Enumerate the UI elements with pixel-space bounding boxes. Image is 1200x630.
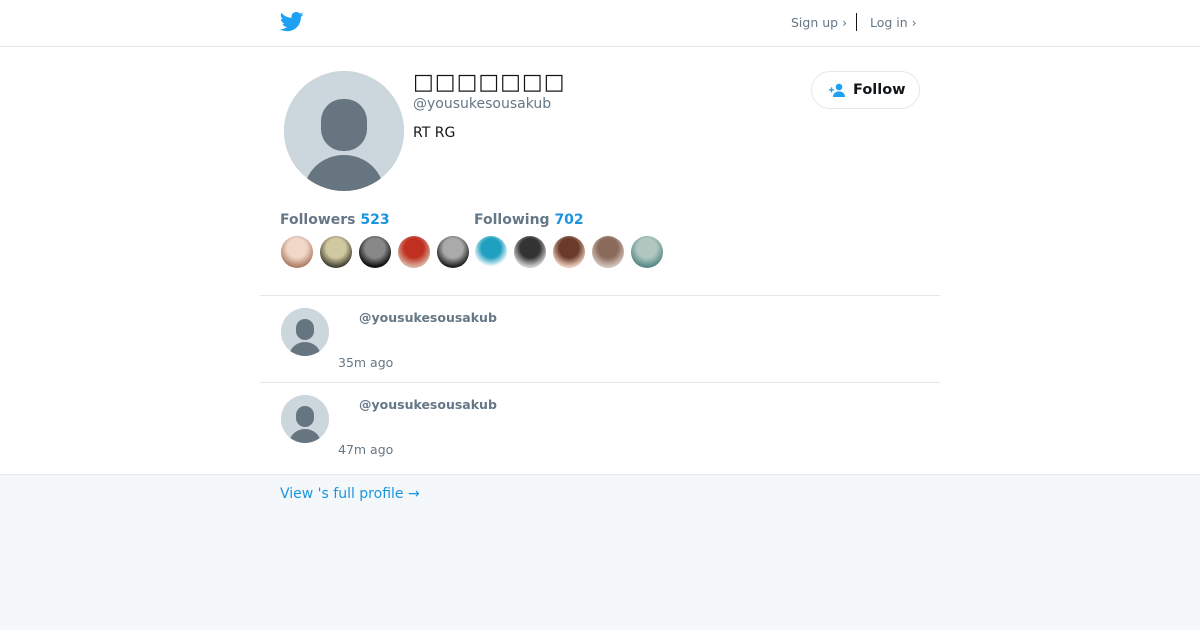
- signup-link[interactable]: Sign up ›: [791, 15, 847, 30]
- tweet-author-handle[interactable]: @yousukesousakub: [359, 310, 497, 325]
- following-avatar[interactable]: [631, 236, 663, 268]
- default-avatar-icon: [281, 308, 329, 356]
- profile-avatar[interactable]: [284, 71, 404, 191]
- twitter-bird-icon-graphic: [280, 12, 304, 32]
- following-avatar[interactable]: [514, 236, 546, 268]
- followers-label: Followers: [280, 212, 356, 228]
- follow-button[interactable]: Follow: [811, 71, 920, 109]
- following-avatar[interactable]: [553, 236, 585, 268]
- default-avatar-icon: [281, 395, 329, 443]
- default-avatar-icon: [284, 71, 404, 191]
- profile-bio: RT RG: [413, 125, 456, 141]
- follower-avatar[interactable]: [320, 236, 352, 268]
- add-user-icon: [828, 83, 846, 97]
- nav-divider: [856, 13, 857, 31]
- follower-avatar[interactable]: [437, 236, 469, 268]
- follower-avatar[interactable]: [359, 236, 391, 268]
- followers-count: 523: [360, 212, 390, 228]
- top-navigation-bar: Sign up › Log in ›: [0, 0, 1200, 47]
- followers-stat[interactable]: Followers 523: [280, 212, 390, 228]
- tweet-author-handle[interactable]: @yousukesousakub: [359, 397, 497, 412]
- tweet-avatar[interactable]: [281, 308, 329, 356]
- profile-handle: @yousukesousakub: [413, 96, 552, 112]
- tweet-timestamp[interactable]: 47m ago: [338, 442, 393, 457]
- following-avatar[interactable]: [475, 236, 507, 268]
- tweet-avatar[interactable]: [281, 395, 329, 443]
- follower-avatar[interactable]: [398, 236, 430, 268]
- following-avatar[interactable]: [592, 236, 624, 268]
- login-link[interactable]: Log in ›: [870, 15, 917, 30]
- followers-avatar-list: [281, 236, 476, 268]
- tweet-timestamp[interactable]: 35m ago: [338, 355, 393, 370]
- following-label: Following: [474, 212, 550, 228]
- follow-button-label: Follow: [853, 82, 906, 98]
- following-stat[interactable]: Following 702: [474, 212, 584, 228]
- view-full-profile-link[interactable]: View 's full profile →: [280, 486, 420, 502]
- following-avatar-list: [475, 236, 670, 268]
- follower-avatar[interactable]: [281, 236, 313, 268]
- tweet-item: @yousukesousakub 47m ago: [260, 383, 940, 469]
- profile-display-name: □□□□□□□: [413, 70, 566, 95]
- following-count: 702: [554, 212, 584, 228]
- twitter-bird-icon[interactable]: [280, 11, 304, 33]
- tweet-item: @yousukesousakub 35m ago: [260, 296, 940, 382]
- profile-card: □□□□□□□ @yousukesousakub RT RG Follow Fo…: [0, 47, 1200, 475]
